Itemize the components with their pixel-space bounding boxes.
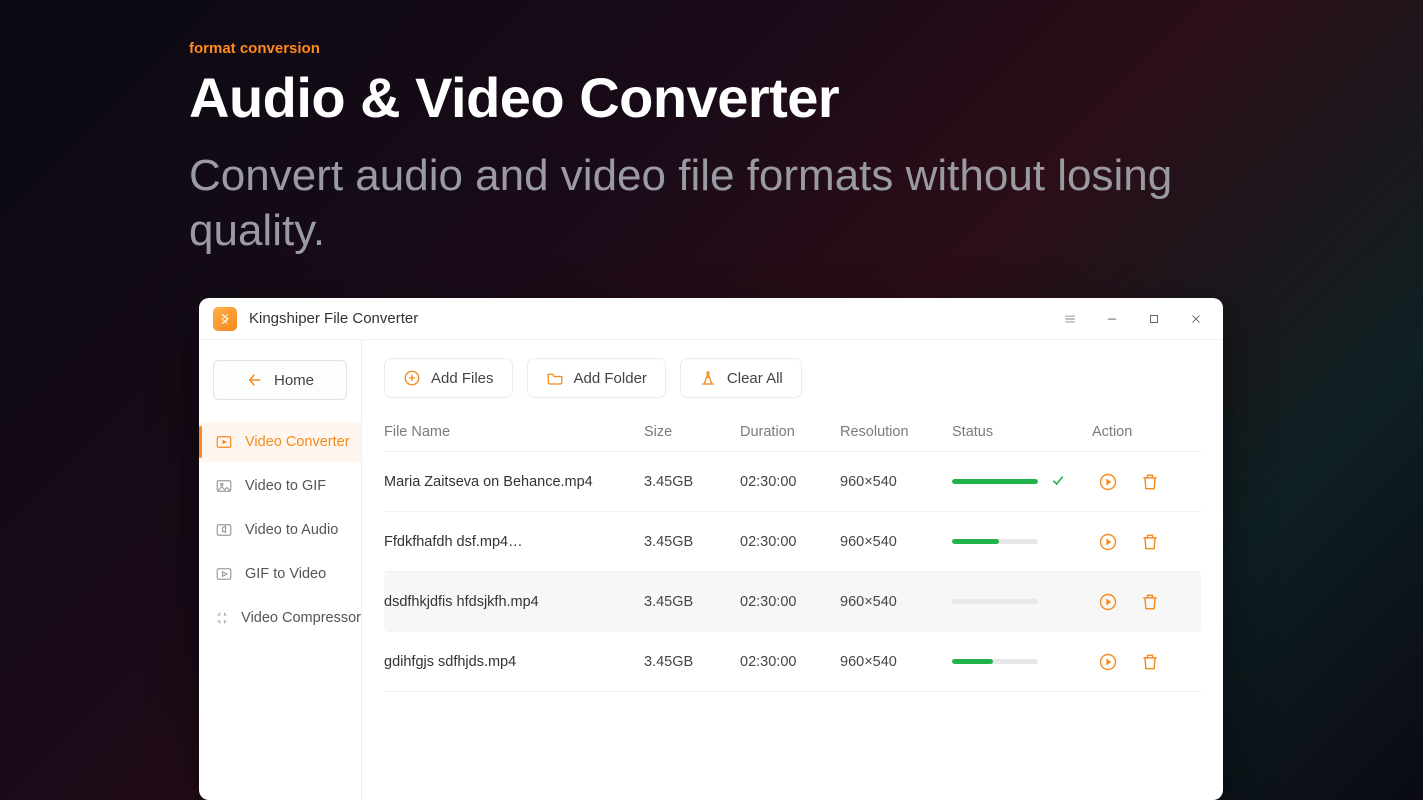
progress-bar [952, 599, 1038, 604]
cell-file-name: gdihfgjs sdfhjds.mp4 [384, 654, 644, 670]
sidebar-item-label: GIF to Video [245, 566, 326, 582]
titlebar: Kingshiper File Converter [199, 298, 1223, 340]
toolbar: Add Files Add Folder Clear All [384, 358, 1201, 398]
app-window: Kingshiper File Converter Home Video Con… [199, 298, 1223, 800]
add-files-label: Add Files [431, 370, 494, 387]
cell-duration: 02:30:00 [740, 594, 840, 610]
th-name: File Name [384, 424, 644, 440]
cell-file-name: Maria Zaitseva on Behance.mp4 [384, 474, 644, 490]
clear-all-button[interactable]: Clear All [680, 358, 802, 398]
cell-resolution: 960×540 [840, 534, 952, 550]
cell-action [1092, 470, 1201, 494]
progress-bar [952, 479, 1038, 484]
sidebar-item-video-compressor[interactable]: Video Compressor [199, 598, 361, 638]
cell-file-name: Ffdkfhafdh dsf.mp4… [384, 534, 644, 550]
app-title: Kingshiper File Converter [249, 310, 418, 327]
file-table: File Name Size Duration Resolution Statu… [384, 412, 1201, 800]
cell-resolution: 960×540 [840, 474, 952, 490]
cell-status [952, 659, 1092, 664]
hamburger-menu-button[interactable] [1055, 304, 1085, 334]
window-close-button[interactable] [1181, 304, 1211, 334]
th-size: Size [644, 424, 740, 440]
delete-button[interactable] [1138, 650, 1162, 674]
sidebar: Home Video Converter Video to GIF Video … [199, 340, 362, 800]
image-icon [215, 477, 233, 495]
delete-button[interactable] [1138, 470, 1162, 494]
cell-size: 3.45GB [644, 474, 740, 490]
video-converter-icon [215, 433, 233, 451]
home-button-label: Home [274, 372, 314, 389]
hero-title: Audio & Video Converter [189, 65, 1343, 130]
play-button[interactable] [1096, 590, 1120, 614]
clear-all-label: Clear All [727, 370, 783, 387]
progress-bar [952, 659, 1038, 664]
table-row[interactable]: Maria Zaitseva on Behance.mp43.45GB02:30… [384, 452, 1201, 512]
cell-duration: 02:30:00 [740, 654, 840, 670]
broom-icon [699, 369, 717, 387]
th-action: Action [1092, 424, 1201, 440]
table-row[interactable]: dsdfhkjdfis hfdsjkfh.mp43.45GB02:30:0096… [384, 572, 1201, 632]
cell-action [1092, 530, 1201, 554]
progress-bar [952, 539, 1038, 544]
folder-icon [546, 369, 564, 387]
plus-circle-icon [403, 369, 421, 387]
sidebar-item-gif-to-video[interactable]: GIF to Video [199, 554, 361, 594]
compress-icon [215, 609, 229, 627]
play-button[interactable] [1096, 470, 1120, 494]
th-resolution: Resolution [840, 424, 952, 440]
window-minimize-button[interactable] [1097, 304, 1127, 334]
add-folder-label: Add Folder [574, 370, 647, 387]
table-row[interactable]: gdihfgjs sdfhjds.mp43.45GB02:30:00960×54… [384, 632, 1201, 692]
cell-resolution: 960×540 [840, 654, 952, 670]
delete-button[interactable] [1138, 530, 1162, 554]
delete-button[interactable] [1138, 590, 1162, 614]
cell-duration: 02:30:00 [740, 474, 840, 490]
checkmark-icon [1050, 472, 1066, 492]
add-files-button[interactable]: Add Files [384, 358, 513, 398]
sidebar-item-video-to-gif[interactable]: Video to GIF [199, 466, 361, 506]
add-folder-button[interactable]: Add Folder [527, 358, 666, 398]
th-duration: Duration [740, 424, 840, 440]
cell-status [952, 539, 1092, 544]
th-status: Status [952, 424, 1092, 440]
cell-resolution: 960×540 [840, 594, 952, 610]
hero: format conversion Audio & Video Converte… [189, 40, 1343, 258]
sidebar-item-label: Video to GIF [245, 478, 326, 494]
hero-eyebrow: format conversion [189, 40, 1343, 57]
sidebar-item-video-converter[interactable]: Video Converter [199, 422, 361, 462]
sidebar-item-label: Video Compressor [241, 610, 361, 626]
home-button[interactable]: Home [213, 360, 347, 400]
cell-action [1092, 650, 1201, 674]
main-pane: Add Files Add Folder Clear All File Name… [362, 340, 1223, 800]
table-row[interactable]: Ffdkfhafdh dsf.mp4…3.45GB02:30:00960×540 [384, 512, 1201, 572]
cell-file-name: dsdfhkjdfis hfdsjkfh.mp4 [384, 594, 644, 610]
hero-subtitle: Convert audio and video file formats wit… [189, 148, 1289, 258]
sidebar-item-label: Video to Audio [245, 522, 338, 538]
audio-icon [215, 521, 233, 539]
cell-size: 3.45GB [644, 654, 740, 670]
window-maximize-button[interactable] [1139, 304, 1169, 334]
cell-status [952, 599, 1092, 604]
table-header: File Name Size Duration Resolution Statu… [384, 412, 1201, 452]
cell-duration: 02:30:00 [740, 534, 840, 550]
play-icon [215, 565, 233, 583]
sidebar-item-video-to-audio[interactable]: Video to Audio [199, 510, 361, 550]
back-arrow-icon [246, 371, 264, 389]
app-logo-icon [213, 307, 237, 331]
cell-size: 3.45GB [644, 534, 740, 550]
cell-size: 3.45GB [644, 594, 740, 610]
sidebar-item-label: Video Converter [245, 434, 350, 450]
play-button[interactable] [1096, 530, 1120, 554]
cell-status [952, 472, 1092, 492]
play-button[interactable] [1096, 650, 1120, 674]
cell-action [1092, 590, 1201, 614]
